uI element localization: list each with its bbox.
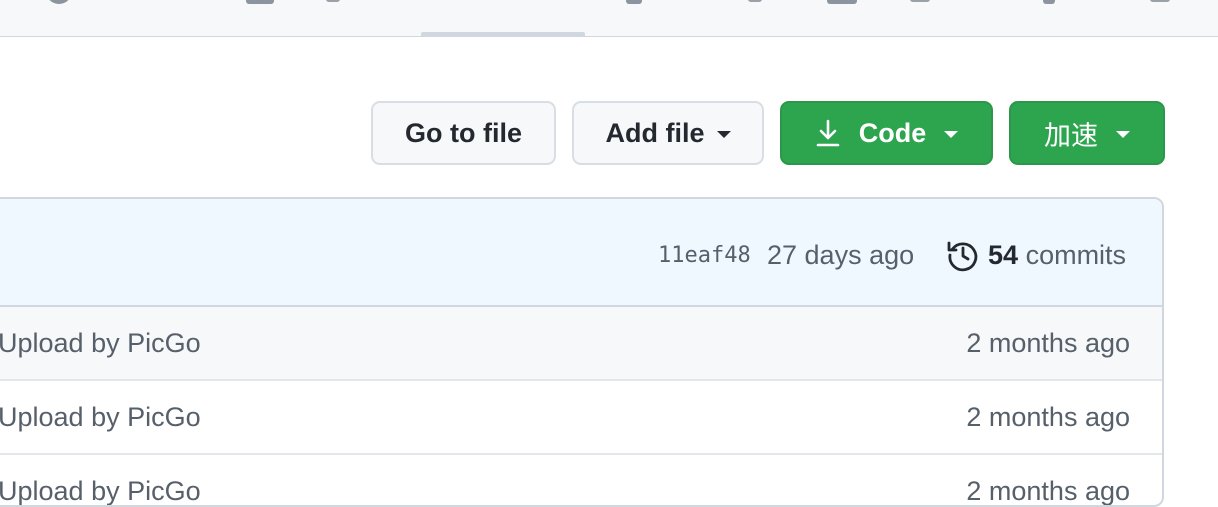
download-icon: [816, 119, 840, 147]
latest-commit-header: 11eaf48 27 days ago 54 commits: [0, 199, 1162, 307]
go-to-file-button[interactable]: Go to file: [371, 101, 556, 165]
code-label: Code: [858, 117, 927, 148]
active-tab-underline: [421, 32, 585, 36]
commit-age[interactable]: 27 days ago: [767, 240, 914, 271]
pencil-icon[interactable]: [626, 0, 642, 4]
chevron-down-icon: [944, 131, 959, 138]
repo-nav: [0, 0, 1218, 37]
nav-tab-fragment[interactable]: [1150, 0, 1170, 2]
commit-message[interactable]: Upload by PicGo: [0, 402, 201, 433]
file-list-box: 11eaf48 27 days ago 54 commits Upload by…: [0, 197, 1164, 507]
commit-sha[interactable]: 11eaf48: [658, 243, 751, 268]
add-file-button[interactable]: Add file: [572, 101, 764, 165]
nav-tab-fragment[interactable]: [748, 0, 762, 2]
commits-link[interactable]: 54 commits: [988, 240, 1126, 271]
speedup-button[interactable]: 加速: [1009, 101, 1165, 165]
commit-time: 2 months ago: [966, 402, 1130, 432]
book-icon[interactable]: [246, 0, 274, 4]
nav-tab-fragment[interactable]: [326, 0, 340, 2]
table-row[interactable]: Upload by PicGo 2 months ago: [0, 307, 1162, 381]
nav-tab-fragment[interactable]: [910, 0, 930, 2]
commit-message[interactable]: Upload by PicGo: [0, 328, 201, 359]
commits-label: commits: [1025, 240, 1127, 270]
chevron-down-icon: [1116, 131, 1130, 138]
go-to-file-label: Go to file: [405, 117, 522, 148]
code-button[interactable]: Code: [780, 101, 993, 165]
circle-icon[interactable]: [46, 0, 72, 4]
table-row[interactable]: Upload by PicGo 2 months ago: [0, 455, 1162, 506]
commit-count: 54: [988, 240, 1019, 270]
commit-time: 2 months ago: [966, 476, 1130, 506]
commit-time: 2 months ago: [966, 328, 1130, 358]
add-file-label: Add file: [605, 117, 705, 148]
table-row[interactable]: Upload by PicGo 2 months ago: [0, 381, 1162, 455]
gear-icon[interactable]: [1043, 0, 1055, 4]
speedup-label: 加速: [1044, 120, 1098, 151]
history-icon[interactable]: [946, 238, 980, 272]
graph-icon[interactable]: [827, 0, 857, 4]
commit-message[interactable]: Upload by PicGo: [0, 476, 201, 505]
chevron-down-icon: [716, 131, 731, 138]
